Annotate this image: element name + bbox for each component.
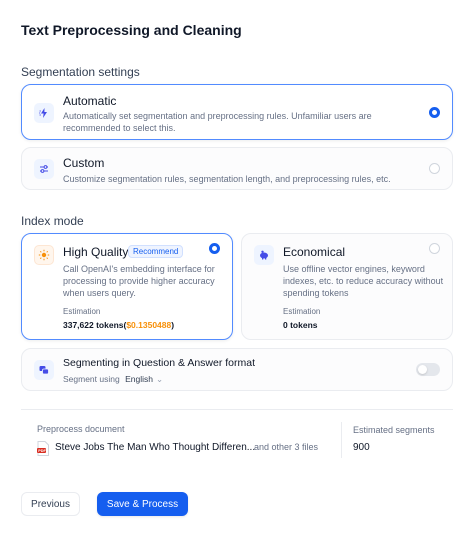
preprocess-file-name: Steve Jobs The Man Who Thought Differen.… (55, 442, 256, 453)
economical-estimation-label: Estimation (283, 307, 321, 316)
custom-radio[interactable] (429, 163, 440, 174)
index-high-quality-option[interactable]: High Quality Recommend Call OpenAI's emb… (21, 233, 233, 340)
automatic-title: Automatic (63, 94, 117, 108)
svg-text:PDF: PDF (38, 449, 46, 453)
chat-bubbles-icon (34, 360, 54, 380)
piggy-bank-icon (254, 245, 274, 265)
high-quality-description: Call OpenAI's embedding interface for pr… (63, 264, 215, 298)
high-quality-title: High Quality (63, 245, 129, 259)
segment-using-label: Segment using (63, 374, 120, 384)
high-quality-estimation-label: Estimation (63, 307, 101, 316)
high-quality-estimation-value: 337,622 tokens($0.1350488) (63, 320, 175, 330)
bolt-icon (34, 103, 54, 123)
economical-estimation-value: 0 tokens (283, 320, 318, 330)
pdf-file-icon: PDF (37, 441, 49, 456)
economical-description: Use offline vector engines, keyword inde… (283, 264, 444, 298)
page-title: Text Preprocessing and Cleaning (21, 22, 242, 38)
qa-segment-using: Segment using English ⌄ (63, 373, 163, 385)
sun-icon (34, 245, 54, 265)
qa-format-title: Segmenting in Question & Answer format (63, 357, 256, 369)
segmentation-section-label: Segmentation settings (21, 65, 140, 79)
recommend-badge: Recommend (128, 245, 184, 258)
qa-format-option: Segmenting in Question & Answer format S… (21, 348, 453, 391)
estimated-segments-value: 900 (353, 442, 370, 453)
preprocess-document-label: Preprocess document (37, 424, 125, 434)
custom-description: Customize segmentation rules, segmentati… (63, 174, 391, 184)
preprocess-other-files: and other 3 files (254, 442, 319, 452)
estimated-segments-label: Estimated segments (353, 425, 435, 435)
economical-title: Economical (283, 245, 346, 259)
section-divider (21, 409, 453, 410)
index-economical-option[interactable]: Economical Use offline vector engines, k… (241, 233, 453, 340)
high-quality-radio[interactable] (209, 243, 220, 254)
custom-title: Custom (63, 156, 105, 170)
segmentation-automatic-option[interactable]: Automatic Automatically set segmentation… (21, 84, 453, 140)
previous-button[interactable]: Previous (21, 492, 80, 516)
sliders-icon (34, 159, 54, 179)
economical-radio[interactable] (429, 243, 440, 254)
chevron-down-icon: ⌄ (155, 374, 164, 384)
qa-toggle[interactable] (416, 363, 440, 376)
segmentation-custom-option[interactable]: Custom Customize segmentation rules, seg… (21, 147, 453, 190)
automatic-description: Automatically set segmentation and prepr… (63, 111, 372, 133)
estimation-price: $0.1350488 (126, 320, 172, 330)
automatic-radio[interactable] (429, 107, 440, 118)
language-select[interactable]: English ⌄ (125, 374, 163, 384)
preprocess-vertical-divider (341, 422, 342, 458)
save-process-button[interactable]: Save & Process (97, 492, 188, 516)
index-mode-section-label: Index mode (21, 214, 84, 228)
